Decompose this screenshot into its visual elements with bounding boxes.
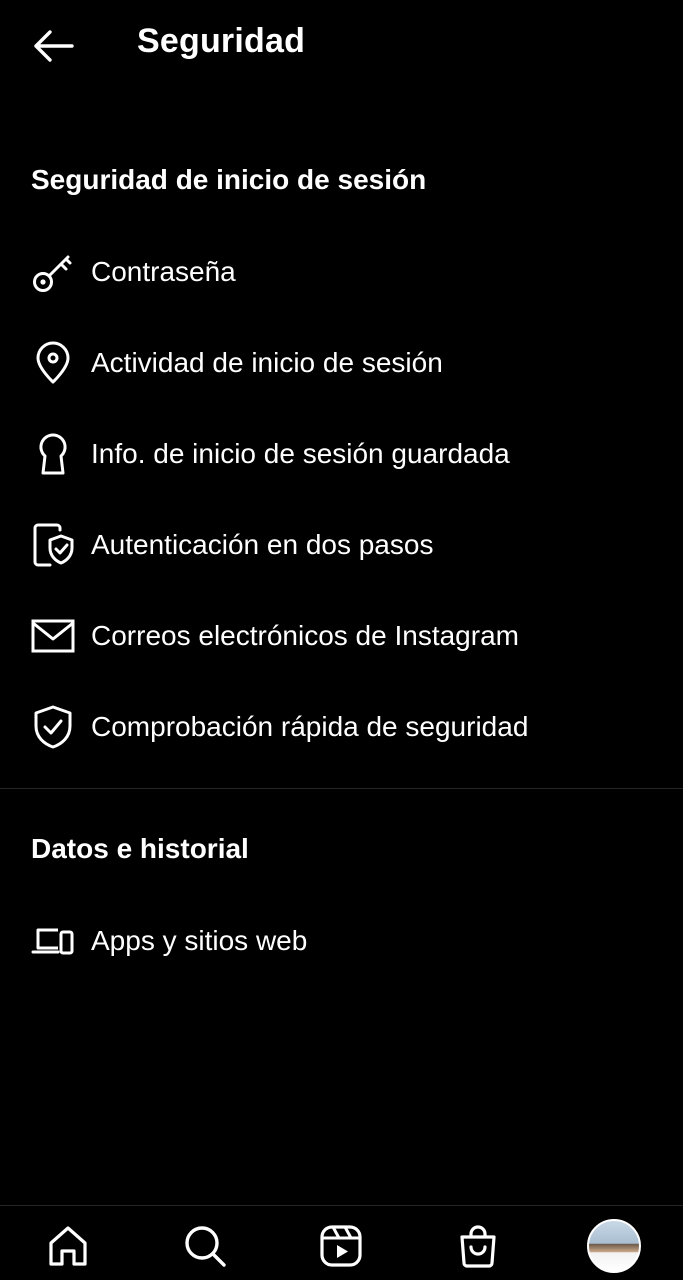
nav-home-button[interactable] — [38, 1216, 98, 1276]
menu-item-login-activity[interactable]: Actividad de inicio de sesión — [0, 323, 683, 403]
mail-icon — [30, 613, 76, 659]
menu-item-label: Info. de inicio de sesión guardada — [91, 438, 510, 469]
menu-item-security-checkup[interactable]: Comprobación rápida de seguridad — [0, 687, 683, 767]
menu-item-password[interactable]: Contraseña — [0, 232, 683, 312]
section-title-login-security: Seguridad de inicio de sesión — [31, 164, 427, 195]
menu-item-instagram-emails[interactable]: Correos electrónicos de Instagram — [0, 596, 683, 676]
section-title-data-history: Datos e historial — [31, 833, 249, 864]
shield-check-icon — [30, 704, 76, 750]
page-title: Seguridad — [137, 22, 306, 60]
menu-item-label: Autenticación en dos pasos — [91, 529, 434, 560]
nav-shop-button[interactable] — [448, 1216, 508, 1276]
reels-icon — [320, 1225, 362, 1267]
profile-avatar — [587, 1219, 641, 1273]
menu-item-two-factor[interactable]: Autenticación en dos pasos — [0, 505, 683, 585]
menu-item-label: Contraseña — [91, 256, 236, 287]
menu-item-label: Actividad de inicio de sesión — [91, 347, 443, 378]
back-button[interactable] — [28, 24, 78, 68]
menu-item-label: Apps y sitios web — [91, 925, 308, 956]
arrow-left-icon — [34, 30, 74, 62]
home-icon — [49, 1226, 87, 1266]
nav-search-button[interactable] — [175, 1216, 235, 1276]
search-icon — [185, 1226, 226, 1267]
nav-reels-button[interactable] — [311, 1216, 371, 1276]
menu-item-apps-websites[interactable]: Apps y sitios web — [0, 901, 683, 981]
phone-shield-icon — [30, 522, 76, 568]
nav-profile-button[interactable] — [584, 1216, 644, 1276]
bottom-nav — [0, 1206, 683, 1280]
menu-item-saved-login[interactable]: Info. de inicio de sesión guardada — [0, 414, 683, 494]
top-bar: Seguridad — [0, 0, 683, 90]
location-pin-icon — [30, 340, 76, 386]
devices-icon — [30, 918, 76, 964]
key-icon — [30, 249, 76, 295]
menu-item-label: Comprobación rápida de seguridad — [91, 711, 529, 742]
section-divider — [0, 788, 683, 789]
shop-icon — [460, 1225, 496, 1268]
keyhole-icon — [30, 431, 76, 477]
menu-item-label: Correos electrónicos de Instagram — [91, 620, 519, 651]
